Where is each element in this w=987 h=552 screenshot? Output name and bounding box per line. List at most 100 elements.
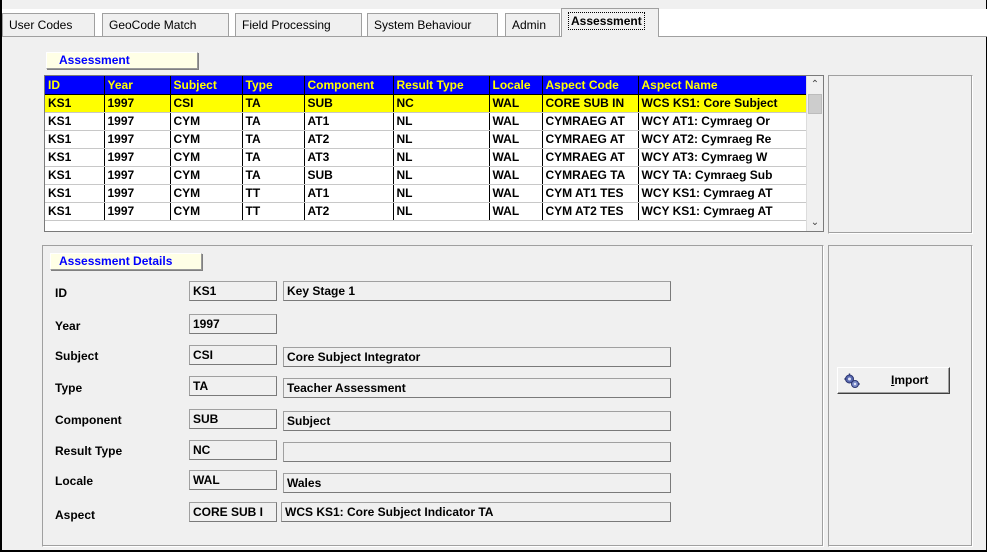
result-type-code-field[interactable]: NC — [189, 440, 277, 460]
column-header[interactable]: ID — [45, 76, 105, 95]
column-header[interactable]: Year — [104, 76, 171, 95]
table-cell[interactable]: TA — [242, 148, 305, 167]
table-cell[interactable]: WAL — [489, 94, 543, 113]
table-row[interactable]: KS1 1997 CYM TT AT1 NL WAL CYM AT1 TES WCY KS1: … — [45, 184, 809, 203]
aspect-code-field[interactable]: CORE SUB I — [189, 502, 277, 522]
table-cell[interactable]: WAL — [489, 130, 543, 149]
table-cell[interactable]: 1997 — [104, 148, 171, 167]
table-cell[interactable]: CYM — [170, 148, 243, 167]
table-cell[interactable]: CYMRAEG TA — [542, 166, 639, 185]
table-row[interactable]: KS1 1997 CYM TT AT2 NL WAL CYM AT2 TES WCY KS1: … — [45, 202, 809, 221]
table-cell[interactable]: CYM — [170, 202, 243, 221]
table-cell[interactable]: CYM AT1 TES — [542, 184, 639, 203]
table-cell[interactable]: KS1 — [45, 184, 105, 203]
table-cell[interactable]: NL — [393, 148, 490, 167]
tab-admin[interactable]: Admin — [505, 13, 560, 37]
table-row[interactable]: KS1 1997 CYM TA AT2 NL WAL CYMRAEG AT WCY AT2: C… — [45, 130, 809, 149]
table-cell[interactable]: WAL — [489, 112, 543, 131]
table-cell[interactable]: AT1 — [304, 184, 394, 203]
table-cell[interactable]: 1997 — [104, 130, 171, 149]
scroll-up-icon[interactable]: ⌃ — [807, 76, 823, 93]
result-type-desc-field[interactable] — [283, 442, 671, 462]
table-cell[interactable]: 1997 — [104, 166, 171, 185]
column-header[interactable]: Locale — [489, 76, 543, 95]
table-cell[interactable]: KS1 — [45, 94, 105, 113]
table-cell[interactable]: TA — [242, 112, 305, 131]
column-header[interactable]: Type — [242, 76, 305, 95]
tab-system-behaviour[interactable]: System Behaviour — [367, 13, 498, 37]
table-cell[interactable]: WAL — [489, 166, 543, 185]
table-cell[interactable]: WCS KS1: Core Subject — [638, 94, 809, 113]
type-desc-field[interactable]: Teacher Assessment — [283, 378, 671, 398]
table-cell[interactable]: KS1 — [45, 202, 105, 221]
table-cell[interactable]: WCY AT1: Cymraeg Or — [638, 112, 809, 131]
table-cell[interactable]: CYM AT2 TES — [542, 202, 639, 221]
table-cell[interactable]: WCY KS1: Cymraeg AT — [638, 202, 809, 221]
locale-code-field[interactable]: WAL — [189, 470, 277, 490]
table-cell[interactable]: NC — [393, 94, 490, 113]
locale-desc-field[interactable]: Wales — [283, 473, 671, 493]
table-cell[interactable]: SUB — [304, 94, 394, 113]
table-cell[interactable]: TT — [242, 184, 305, 203]
table-cell[interactable]: TA — [242, 130, 305, 149]
table-cell[interactable]: 1997 — [104, 184, 171, 203]
table-cell[interactable]: NL — [393, 202, 490, 221]
grid-vertical-scrollbar[interactable]: ⌃ ⌄ — [806, 76, 823, 231]
column-header[interactable]: Aspect Code — [542, 76, 639, 95]
table-cell[interactable]: AT2 — [304, 130, 394, 149]
type-code-field[interactable]: TA — [189, 376, 277, 396]
column-header[interactable]: Aspect Name — [638, 76, 809, 95]
table-cell[interactable]: WCY AT3: Cymraeg W — [638, 148, 809, 167]
table-cell[interactable]: AT3 — [304, 148, 394, 167]
table-cell[interactable]: CYM — [170, 112, 243, 131]
table-row[interactable]: KS1 1997 CYM TA AT1 NL WAL CYMRAEG AT WCY AT1: C… — [45, 112, 809, 131]
assessment-grid[interactable]: ID Year Subject Type Component Result Ty… — [44, 75, 824, 232]
tab-user-codes[interactable]: User Codes — [2, 13, 95, 37]
table-cell[interactable]: WAL — [489, 184, 543, 203]
table-cell[interactable]: AT2 — [304, 202, 394, 221]
table-cell[interactable]: CSI — [170, 94, 243, 113]
column-header[interactable]: Component — [304, 76, 394, 95]
table-row[interactable]: KS1 1997 CYM TA SUB NL WAL CYMRAEG TA WCY TA: Cy… — [45, 166, 809, 185]
tab-assessment[interactable]: Assessment — [561, 8, 659, 37]
component-code-field[interactable]: SUB — [189, 409, 277, 429]
table-cell[interactable]: 1997 — [104, 112, 171, 131]
table-cell[interactable]: CYMRAEG AT — [542, 130, 639, 149]
column-header[interactable]: Result Type — [393, 76, 490, 95]
table-cell[interactable]: CORE SUB IN — [542, 94, 639, 113]
table-cell[interactable]: TT — [242, 202, 305, 221]
component-desc-field[interactable]: Subject — [283, 411, 671, 431]
table-cell[interactable]: TA — [242, 166, 305, 185]
table-cell[interactable]: CYMRAEG AT — [542, 148, 639, 167]
table-cell[interactable]: WCY AT2: Cymraeg Re — [638, 130, 809, 149]
table-cell[interactable]: KS1 — [45, 130, 105, 149]
table-cell[interactable]: KS1 — [45, 148, 105, 167]
import-button[interactable]: Import — [837, 367, 950, 394]
subject-code-field[interactable]: CSI — [189, 345, 277, 365]
table-cell[interactable]: WAL — [489, 148, 543, 167]
table-cell[interactable]: CYMRAEG AT — [542, 112, 639, 131]
aspect-desc-field[interactable]: WCS KS1: Core Subject Indicator TA — [281, 502, 671, 522]
table-cell[interactable]: CYM — [170, 166, 243, 185]
table-cell[interactable]: WAL — [489, 202, 543, 221]
table-cell[interactable]: AT1 — [304, 112, 394, 131]
tab-geocode-match[interactable]: GeoCode Match — [102, 13, 229, 37]
table-cell[interactable]: CYM — [170, 130, 243, 149]
table-cell[interactable]: 1997 — [104, 94, 171, 113]
id-code-field[interactable]: KS1 — [189, 281, 277, 301]
table-cell[interactable]: KS1 — [45, 112, 105, 131]
year-field[interactable]: 1997 — [189, 314, 277, 334]
scroll-thumb[interactable] — [808, 94, 822, 114]
table-cell[interactable]: NL — [393, 130, 490, 149]
table-row[interactable]: KS1 1997 CYM TA AT3 NL WAL CYMRAEG AT WCY AT3: C… — [45, 148, 809, 167]
id-desc-field[interactable]: Key Stage 1 — [283, 281, 671, 301]
table-cell[interactable]: CYM — [170, 184, 243, 203]
subject-desc-field[interactable]: Core Subject Integrator — [283, 347, 671, 367]
table-cell[interactable]: WCY TA: Cymraeg Sub — [638, 166, 809, 185]
column-header[interactable]: Subject — [170, 76, 243, 95]
table-cell[interactable]: SUB — [304, 166, 394, 185]
table-row[interactable]: KS1 1997 CSI TA SUB NC WAL CORE SUB IN WCS KS1: … — [45, 94, 809, 113]
table-cell[interactable]: WCY KS1: Cymraeg AT — [638, 184, 809, 203]
table-cell[interactable]: KS1 — [45, 166, 105, 185]
table-cell[interactable]: 1997 — [104, 202, 171, 221]
